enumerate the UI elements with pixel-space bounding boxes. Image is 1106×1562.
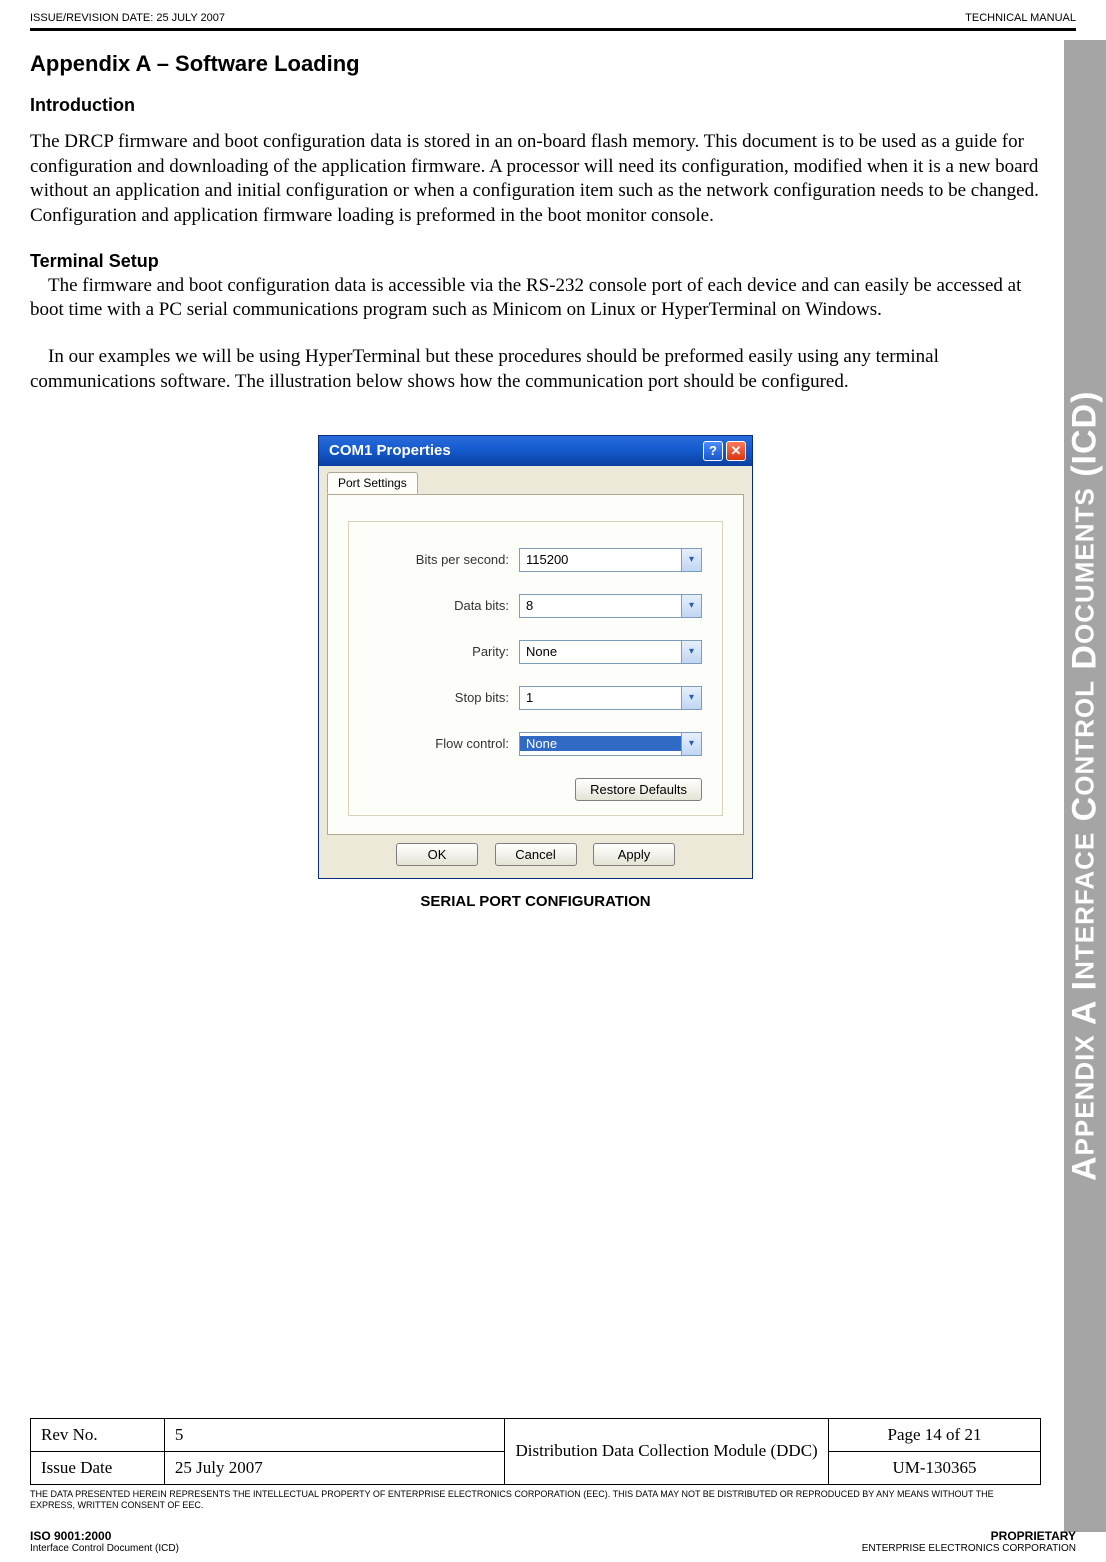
chevron-down-icon[interactable]: ▾: [681, 687, 701, 709]
rev-label: Rev No.: [31, 1418, 165, 1451]
databits-label: Data bits:: [369, 598, 519, 613]
icd-label: Interface Control Document (ICD): [30, 1543, 179, 1554]
intro-heading: Introduction: [30, 95, 1041, 116]
terminal-p2: In our examples we will be using HyperTe…: [30, 345, 1041, 394]
intro-paragraph: The DRCP firmware and boot configuration…: [30, 130, 1041, 229]
parity-select[interactable]: None ▾: [519, 640, 702, 664]
com1-properties-dialog: COM1 Properties ? ✕ Port Settings Bits p…: [318, 435, 753, 879]
bps-value: 115200: [520, 552, 681, 567]
rev-value: 5: [164, 1418, 504, 1451]
chevron-down-icon[interactable]: ▾: [681, 641, 701, 663]
proprietary-label: PROPRIETARY: [862, 1529, 1076, 1543]
figure-caption: SERIAL PORT CONFIGURATION: [30, 893, 1041, 910]
chevron-down-icon[interactable]: ▾: [681, 595, 701, 617]
parity-label: Parity:: [369, 644, 519, 659]
header-doc-type: TECHNICAL MANUAL: [965, 12, 1076, 24]
bps-label: Bits per second:: [369, 552, 519, 567]
apply-button[interactable]: Apply: [593, 843, 675, 866]
flow-label: Flow control:: [369, 736, 519, 751]
chevron-down-icon[interactable]: ▾: [681, 549, 701, 571]
terminal-heading: Terminal Setup: [30, 251, 1041, 272]
chevron-down-icon[interactable]: ▾: [681, 733, 701, 755]
appendix-title: Appendix A – Software Loading: [30, 51, 1041, 77]
stopbits-label: Stop bits:: [369, 690, 519, 705]
doc-title: Distribution Data Collection Module (DDC…: [505, 1418, 829, 1484]
iso-label: ISO 9001:2000: [30, 1529, 179, 1543]
doc-info-table: Rev No. 5 Distribution Data Collection M…: [30, 1418, 1041, 1485]
issue-label: Issue Date: [31, 1451, 165, 1484]
stopbits-select[interactable]: 1 ▾: [519, 686, 702, 710]
help-icon[interactable]: ?: [703, 441, 723, 461]
databits-select[interactable]: 8 ▾: [519, 594, 702, 618]
disclaimer: THE DATA PRESENTED HEREIN REPRESENTS THE…: [30, 1489, 1041, 1512]
terminal-p1: The firmware and boot configuration data…: [30, 274, 1041, 323]
side-tab: APPENDIX A INTERFACE CONTROL DOCUMENTS (…: [1064, 40, 1106, 1532]
page-info: Page 14 of 21: [828, 1418, 1040, 1451]
company-label: ENTERPRISE ELECTRONICS CORPORATION: [862, 1543, 1076, 1554]
databits-value: 8: [520, 598, 681, 613]
issue-value: 25 July 2007: [164, 1451, 504, 1484]
parity-value: None: [520, 644, 681, 659]
flow-select[interactable]: None ▾: [519, 732, 702, 756]
ok-button[interactable]: OK: [396, 843, 478, 866]
header-issue-date: ISSUE/REVISION DATE: 25 JULY 2007: [30, 12, 225, 24]
stopbits-value: 1: [520, 690, 681, 705]
tab-port-settings[interactable]: Port Settings: [327, 472, 418, 494]
bps-select[interactable]: 115200 ▾: [519, 548, 702, 572]
doc-number: UM-130365: [828, 1451, 1040, 1484]
dialog-title: COM1 Properties: [329, 442, 451, 459]
close-icon[interactable]: ✕: [726, 441, 746, 461]
cancel-button[interactable]: Cancel: [495, 843, 577, 866]
restore-defaults-button[interactable]: Restore Defaults: [575, 778, 702, 801]
flow-value: None: [520, 736, 681, 751]
